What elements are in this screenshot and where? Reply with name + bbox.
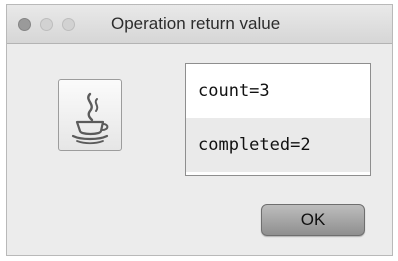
dialog-window: Operation return value count=3 completed… [6, 4, 393, 256]
java-coffee-cup-icon [58, 79, 122, 151]
list-item[interactable]: count=3 [186, 64, 370, 118]
zoom-window-button[interactable] [62, 18, 75, 31]
list-item[interactable]: completed=2 [186, 118, 370, 172]
ok-button[interactable]: OK [261, 204, 365, 236]
minimize-window-button[interactable] [40, 18, 53, 31]
close-window-button[interactable] [18, 18, 31, 31]
title-bar: Operation return value [7, 5, 392, 44]
return-value-list[interactable]: count=3 completed=2 [185, 63, 371, 176]
window-title: Operation return value [111, 14, 281, 33]
